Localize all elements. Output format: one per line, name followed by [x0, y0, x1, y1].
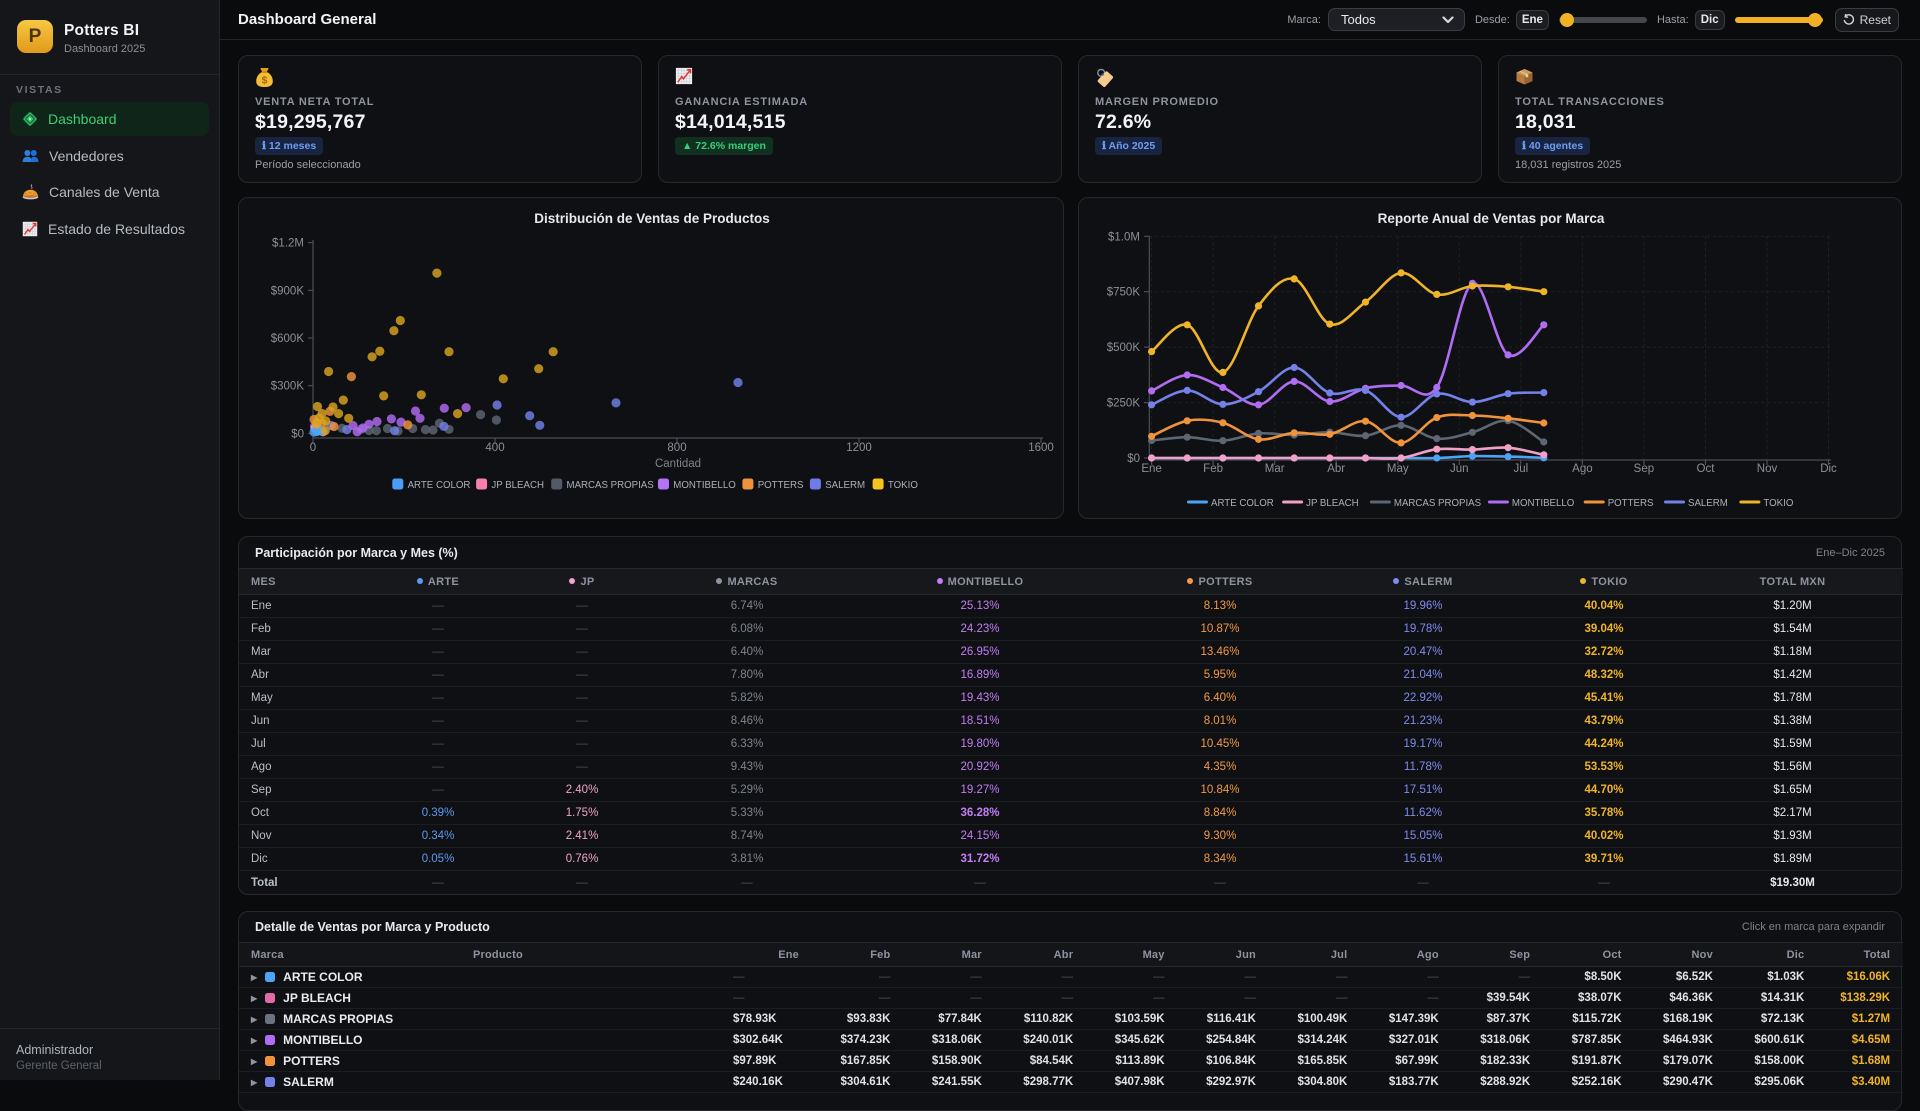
svg-text:Ago: Ago [1572, 463, 1592, 475]
svg-text:MARCAS PROPIAS: MARCAS PROPIAS [567, 480, 655, 491]
svg-text:Abr: Abr [1327, 463, 1345, 475]
svg-text:Oct: Oct [1697, 463, 1716, 475]
svg-text:$: $ [262, 74, 268, 86]
svg-text:ARTE COLOR: ARTE COLOR [1211, 498, 1274, 509]
svg-text:Ene: Ene [1141, 463, 1161, 475]
svg-text:Mar: Mar [1265, 463, 1285, 475]
svg-text:POTTERS: POTTERS [758, 480, 804, 491]
svg-text:1600: 1600 [1028, 442, 1054, 454]
svg-text:Sep: Sep [1634, 463, 1654, 475]
svg-text:Jun: Jun [1450, 463, 1469, 475]
svg-text:Nov: Nov [1757, 463, 1778, 475]
svg-text:MONTIBELLO: MONTIBELLO [673, 480, 736, 491]
svg-text:$0: $0 [1127, 453, 1140, 465]
svg-text:Feb: Feb [1203, 463, 1223, 475]
svg-text:MARCAS PROPIAS: MARCAS PROPIAS [1394, 498, 1482, 509]
svg-text:JP BLEACH: JP BLEACH [1306, 498, 1359, 509]
svg-text:$900K: $900K [271, 285, 305, 297]
svg-text:800: 800 [667, 442, 686, 454]
svg-text:Cantidad: Cantidad [655, 458, 701, 470]
svg-text:POTTERS: POTTERS [1608, 498, 1654, 509]
svg-text:$0: $0 [291, 428, 304, 440]
svg-text:TOKIO: TOKIO [888, 480, 918, 491]
svg-text:TOKIO: TOKIO [1763, 498, 1793, 509]
svg-text:$1.0M: $1.0M [1108, 231, 1140, 243]
svg-text:$250K: $250K [1107, 398, 1141, 410]
svg-text:400: 400 [485, 442, 504, 454]
svg-text:$1.2M: $1.2M [272, 238, 304, 250]
svg-text:Jul: Jul [1513, 463, 1528, 475]
svg-text:Distribución de Ventas de Prod: Distribución de Ventas de Productos [534, 211, 770, 226]
svg-text:$600K: $600K [271, 333, 305, 345]
svg-text:1200: 1200 [846, 442, 872, 454]
svg-text:SALERM: SALERM [1688, 498, 1728, 509]
svg-text:MONTIBELLO: MONTIBELLO [1512, 498, 1575, 509]
svg-text:$300K: $300K [271, 381, 305, 393]
svg-text:JP BLEACH: JP BLEACH [491, 480, 544, 491]
svg-text:$750K: $750K [1107, 287, 1141, 299]
svg-text:Dic: Dic [1820, 463, 1837, 475]
svg-text:Reporte Anual de Ventas por Ma: Reporte Anual de Ventas por Marca [1378, 211, 1605, 226]
svg-text:$500K: $500K [1107, 342, 1141, 354]
svg-text:May: May [1387, 463, 1409, 475]
svg-text:0: 0 [310, 442, 316, 454]
svg-text:ARTE COLOR: ARTE COLOR [408, 480, 471, 491]
svg-text:SALERM: SALERM [825, 480, 865, 491]
